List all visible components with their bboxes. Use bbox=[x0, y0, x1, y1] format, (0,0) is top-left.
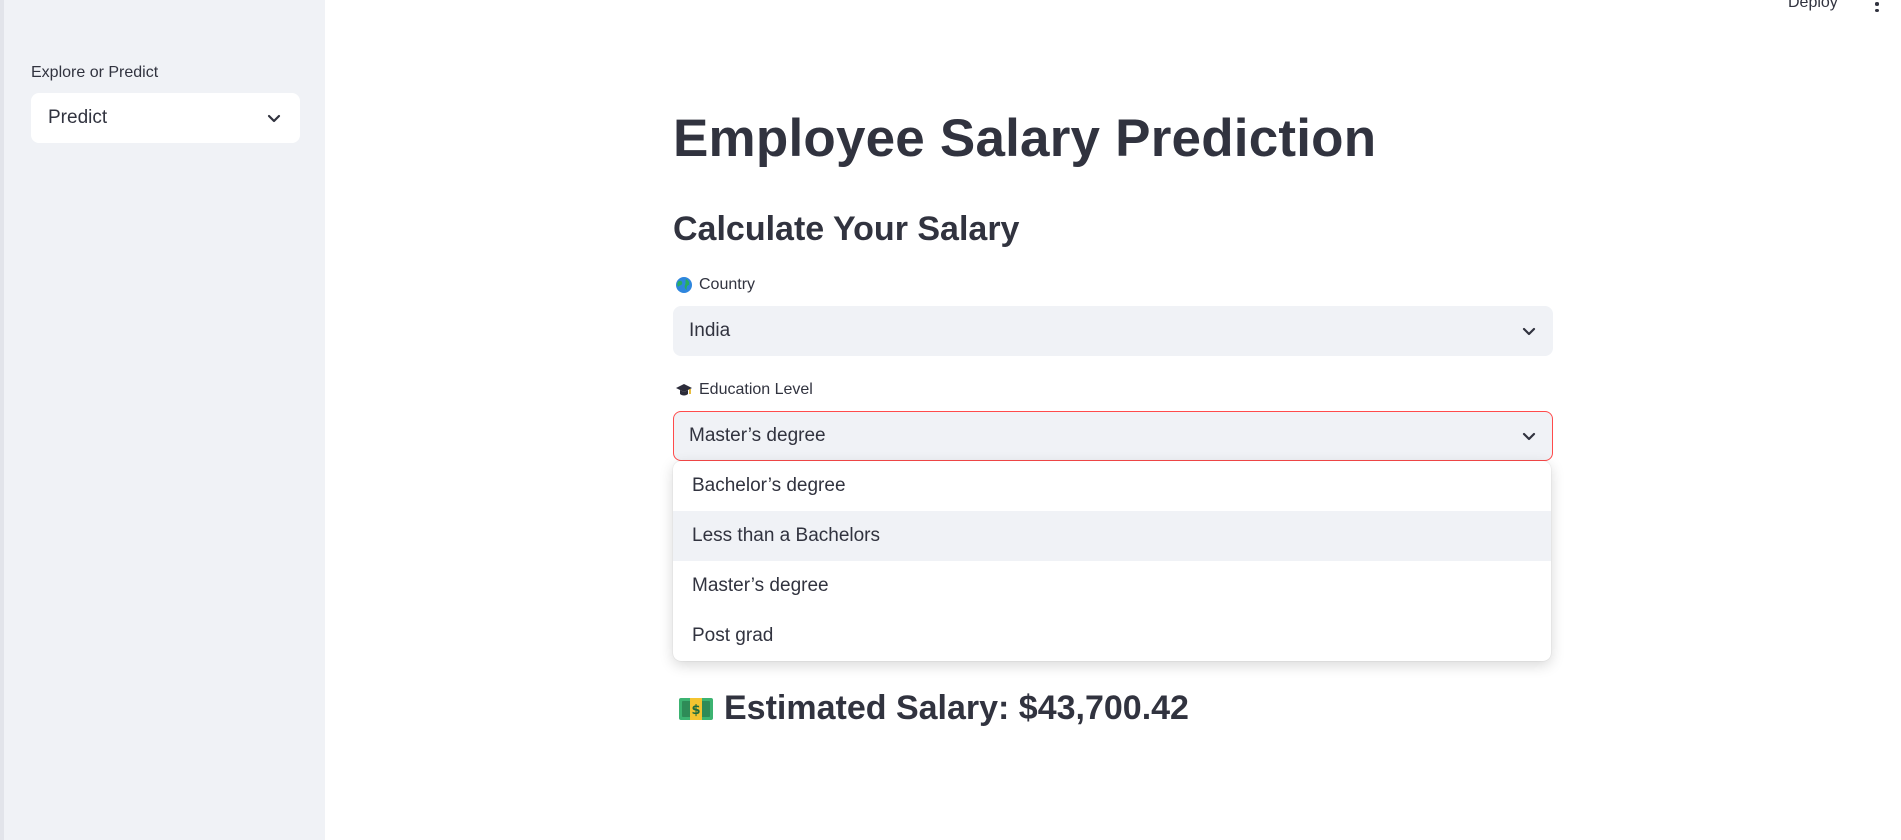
education-value: Master’s degree bbox=[689, 425, 826, 446]
education-select[interactable]: Master’s degree bbox=[673, 411, 1553, 461]
country-label-text: Country bbox=[699, 276, 756, 293]
estimated-salary-text: Estimated Salary: $43,700.42 bbox=[724, 689, 1189, 727]
education-label: Education Level bbox=[675, 381, 813, 399]
option-bachelors[interactable]: Bachelor’s degree bbox=[673, 461, 1551, 511]
page-title: Employee Salary Prediction bbox=[673, 109, 1377, 168]
option-masters[interactable]: Master’s degree bbox=[673, 561, 1551, 611]
deploy-button[interactable]: Deploy bbox=[1788, 0, 1838, 12]
education-label-text: Education Level bbox=[699, 381, 813, 398]
country-value: India bbox=[689, 320, 731, 341]
money-icon: $ bbox=[679, 697, 713, 720]
svg-text:$: $ bbox=[691, 703, 700, 718]
option-less-than-bachelors[interactable]: Less than a Bachelors bbox=[673, 511, 1551, 561]
sidebar: Explore or Predict Predict bbox=[0, 0, 325, 840]
estimated-salary: $ Estimated Salary: $43,700.42 bbox=[678, 689, 1189, 728]
chevron-down-icon bbox=[267, 114, 281, 123]
explore-predict-value: Predict bbox=[48, 107, 108, 128]
globe-icon bbox=[676, 277, 692, 293]
education-dropdown-menu: Bachelor’s degree Less than a Bachelors … bbox=[673, 461, 1551, 661]
option-post-grad[interactable]: Post grad bbox=[673, 611, 1551, 661]
kebab-menu-icon[interactable] bbox=[1870, 0, 1884, 12]
country-select[interactable]: India bbox=[673, 306, 1553, 356]
chevron-down-icon bbox=[1522, 432, 1536, 441]
sidebar-select-label: Explore or Predict bbox=[31, 64, 159, 81]
chevron-down-icon bbox=[1522, 327, 1536, 336]
sidebar-edge bbox=[0, 0, 4, 840]
country-label: Country bbox=[675, 276, 755, 294]
section-subtitle: Calculate Your Salary bbox=[673, 210, 1020, 248]
graduation-cap-icon bbox=[676, 384, 692, 396]
explore-predict-select[interactable]: Predict bbox=[31, 93, 300, 143]
